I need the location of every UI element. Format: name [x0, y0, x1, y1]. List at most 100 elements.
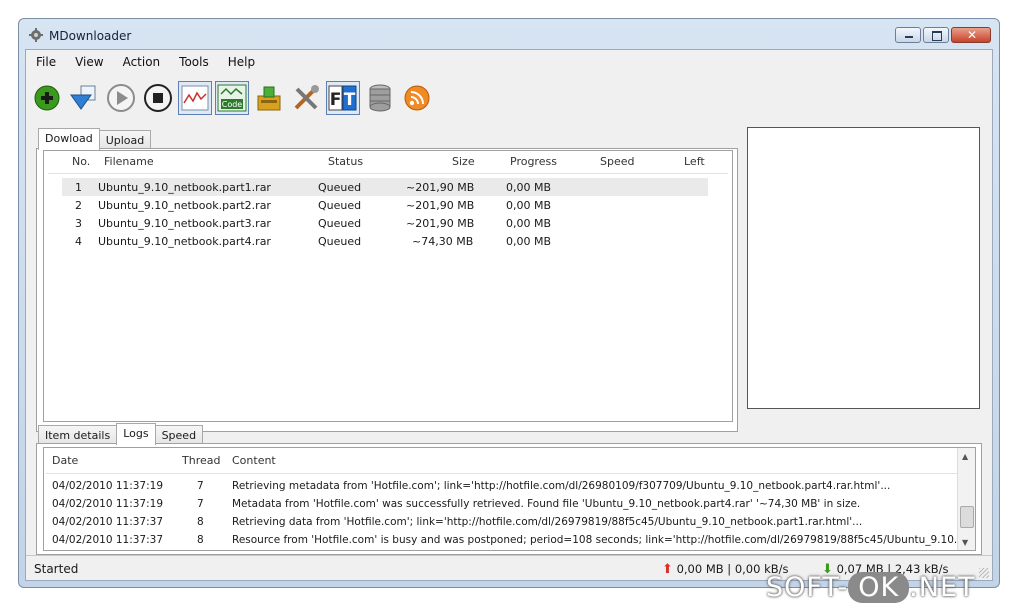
database-icon [369, 84, 391, 112]
row-filename: Ubuntu_9.10_netbook.part2.rar [98, 199, 271, 212]
close-button[interactable]: ✕ [951, 27, 991, 43]
menu-view[interactable]: View [65, 52, 112, 72]
rss-icon [404, 85, 430, 111]
close-icon: ✕ [967, 28, 978, 42]
row-status: Queued [318, 217, 362, 230]
status-text: Started [34, 562, 79, 576]
log-row[interactable]: 04/02/2010 11:37:37 8 Retrieving data fr… [44, 514, 957, 532]
ft-button[interactable]: F T [326, 81, 360, 115]
inbox-icon [257, 86, 281, 111]
title-bar[interactable]: MDownloader ✕ [19, 19, 999, 49]
col-left[interactable]: Left [684, 155, 705, 173]
row-no: 4 [75, 235, 82, 248]
log-list[interactable]: Date Thread Content 04/02/2010 11:37:19 … [43, 447, 976, 551]
log-thread: 8 [197, 534, 204, 546]
row-size: ~201,90 MB [406, 217, 475, 230]
table-row[interactable]: 4 Ubuntu_9.10_netbook.part4.rar Queued ~… [62, 232, 708, 250]
download-icon [70, 85, 96, 110]
menu-bar: File View Action Tools Help [26, 52, 264, 72]
scroll-up-icon[interactable]: ▲ [962, 452, 968, 461]
row-status: Queued [318, 235, 362, 248]
toolbar: Code F T [30, 78, 437, 118]
log-row[interactable]: 04/02/2010 11:37:37 8 Resource from 'Hot… [44, 532, 964, 550]
stop-button[interactable] [141, 81, 175, 115]
preview-panel [747, 127, 980, 409]
scroll-thumb[interactable] [960, 506, 974, 528]
client-area: File View Action Tools Help Code F T Dow… [25, 49, 993, 581]
col-thread[interactable]: Thread [182, 454, 220, 467]
table-row[interactable]: 3 Ubuntu_9.10_netbook.part3.rar Queued ~… [62, 214, 708, 232]
log-date: 04/02/2010 11:37:19 [52, 480, 164, 492]
add-download-button[interactable] [30, 81, 64, 115]
resize-grip[interactable] [979, 568, 989, 578]
database-button[interactable] [363, 81, 397, 115]
log-content: Resource from 'Hotfile.com' is busy and … [232, 534, 964, 546]
row-filename: Ubuntu_9.10_netbook.part1.rar [98, 181, 271, 194]
row-status: Queued [318, 199, 362, 212]
top-tabs: Dowload Upload [38, 128, 152, 152]
row-no: 2 [75, 199, 82, 212]
start-button[interactable] [104, 81, 138, 115]
col-date[interactable]: Date [52, 454, 78, 467]
row-size: ~201,90 MB [406, 181, 475, 194]
scroll-down-icon[interactable]: ▼ [962, 538, 968, 547]
col-progress[interactable]: Progress [510, 155, 557, 173]
menu-action[interactable]: Action [113, 52, 170, 72]
log-thread: 8 [197, 516, 204, 528]
settings-button[interactable] [289, 81, 323, 115]
inbox-button[interactable] [252, 81, 286, 115]
log-row[interactable]: 04/02/2010 11:37:19 7 Retrieving metadat… [44, 478, 957, 496]
row-status: Queued [318, 181, 362, 194]
tools-icon [294, 85, 319, 110]
row-size: ~74,30 MB [412, 235, 474, 248]
maximize-button[interactable] [923, 27, 949, 43]
app-window: MDownloader ✕ File View Action Tools Hel… [18, 18, 1000, 588]
menu-tools[interactable]: Tools [169, 52, 218, 72]
col-size[interactable]: Size [452, 155, 475, 173]
col-no[interactable]: No. [72, 155, 90, 173]
log-content: Retrieving data from 'Hotfile.com'; link… [232, 516, 863, 528]
code-button[interactable]: Code [215, 81, 249, 115]
col-status[interactable]: Status [328, 155, 363, 173]
table-row[interactable]: 1 Ubuntu_9.10_netbook.part1.rar Queued ~… [62, 178, 708, 196]
row-progress: 0,00 MB [506, 235, 552, 248]
speed-graph-button[interactable] [178, 81, 212, 115]
maximize-icon [932, 31, 942, 41]
row-progress: 0,00 MB [506, 181, 552, 194]
code-icon: Code [217, 84, 247, 112]
col-speed[interactable]: Speed [600, 155, 634, 173]
minimize-icon [905, 36, 913, 38]
play-icon [107, 84, 135, 112]
download-list[interactable]: No. Filename Status Size Progress Speed … [43, 150, 733, 422]
code-label: Code [222, 100, 243, 109]
log-content: Metadata from 'Hotfile.com' was successf… [232, 498, 861, 510]
menu-help[interactable]: Help [218, 52, 264, 72]
tab-download[interactable]: Dowload [38, 128, 100, 150]
row-no: 1 [75, 181, 82, 194]
row-progress: 0,00 MB [506, 217, 552, 230]
row-progress: 0,00 MB [506, 199, 552, 212]
table-row[interactable]: 2 Ubuntu_9.10_netbook.part2.rar Queued ~… [62, 196, 708, 214]
row-no: 3 [75, 217, 82, 230]
menu-file[interactable]: File [26, 52, 65, 72]
app-icon [29, 28, 43, 42]
rss-button[interactable] [400, 81, 434, 115]
ft-icon: F T [328, 85, 357, 111]
watermark-pre: SOFT- [766, 572, 849, 603]
log-scrollbar[interactable]: ▲ ▼ [957, 448, 975, 550]
log-thread: 7 [197, 498, 204, 510]
download-button[interactable] [67, 81, 101, 115]
log-date: 04/02/2010 11:37:37 [52, 516, 164, 528]
col-filename[interactable]: Filename [104, 155, 154, 173]
log-thread: 7 [197, 480, 204, 492]
row-filename: Ubuntu_9.10_netbook.part4.rar [98, 235, 271, 248]
graph-icon [181, 85, 209, 111]
add-icon [34, 85, 60, 111]
bottom-tabs: Item details Logs Speed [38, 423, 204, 447]
log-row[interactable]: 04/02/2010 11:37:19 7 Metadata from 'Hot… [44, 496, 957, 514]
minimize-button[interactable] [895, 27, 921, 43]
tab-logs[interactable]: Logs [116, 423, 156, 445]
row-size: ~201,90 MB [406, 199, 475, 212]
upload-arrow-icon: ⬆ [662, 562, 673, 577]
col-content[interactable]: Content [232, 454, 276, 467]
